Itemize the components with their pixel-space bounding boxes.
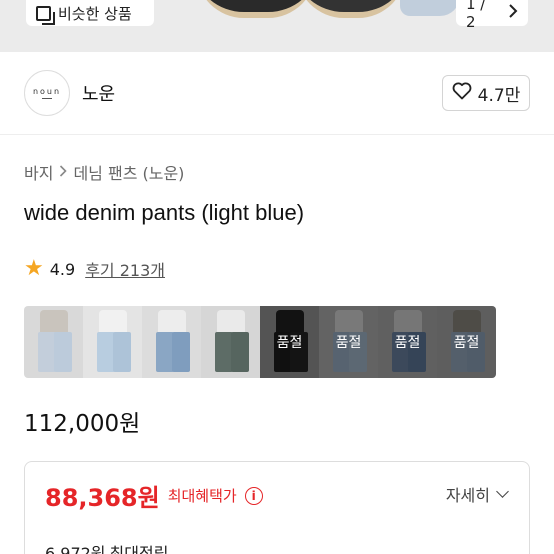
star-icon: ★: [24, 256, 44, 281]
soldout-label: [201, 306, 260, 378]
points-label: 최대적립: [109, 544, 169, 554]
shop-row: noun 노운 4.7만: [24, 70, 530, 116]
product-price: 112,000원: [24, 411, 141, 437]
rating-value: 4.9: [49, 259, 76, 279]
similar-items-icon: [36, 5, 55, 25]
benefit-box: 88,368원 최대혜택가 i 자세히 6,972원 최대적립: [24, 461, 530, 554]
option-thumbnail[interactable]: [201, 306, 260, 378]
heart-icon: [452, 82, 472, 105]
chevron-right-icon: [508, 4, 518, 22]
chevron-down-icon: [496, 485, 509, 498]
soldout-label: [24, 306, 83, 378]
like-button[interactable]: 4.7만: [442, 75, 530, 111]
breadcrumb-item[interactable]: 데님 팬츠 (노운): [73, 160, 184, 184]
max-benefit-price: 88,368원: [45, 484, 160, 512]
shop-logo-text: noun: [32, 87, 62, 96]
image-pager-button[interactable]: 1 / 2: [456, 0, 528, 31]
max-benefit-row: 88,368원 최대혜택가 i: [45, 478, 263, 513]
info-icon[interactable]: i: [244, 486, 263, 505]
soldout-label: 품절: [378, 306, 437, 378]
product-image-strip[interactable]: 비슷한 상품 1 / 2: [0, 0, 554, 52]
shop-name[interactable]: 노운: [82, 80, 115, 106]
like-count: 4.7만: [477, 85, 521, 106]
soldout-label: 품절: [260, 306, 319, 378]
points-row: 6,972원 최대적립: [45, 540, 168, 554]
option-thumbnail[interactable]: 품절: [378, 306, 437, 378]
max-benefit-label: 최대혜택가: [167, 487, 237, 505]
product-image-shoe: [296, 0, 406, 18]
shop-logo[interactable]: noun: [24, 70, 70, 116]
soldout-label: 품절: [437, 306, 496, 378]
similar-items-label: 비슷한 상품: [58, 4, 132, 23]
product-image-jeans: [400, 0, 460, 16]
soldout-label: [142, 306, 201, 378]
soldout-label: 품절: [319, 306, 378, 378]
detail-button[interactable]: 자세히: [445, 482, 509, 506]
option-thumbnail[interactable]: 품절: [319, 306, 378, 378]
detail-label: 자세히: [445, 486, 490, 505]
option-thumbnails: 품절 품절 품절 품절: [24, 306, 496, 378]
divider: [0, 134, 554, 135]
option-thumbnail[interactable]: [24, 306, 83, 378]
product-image-shoe: [196, 0, 316, 18]
option-thumbnail[interactable]: 품절: [437, 306, 496, 378]
chevron-right-icon: [59, 163, 68, 181]
breadcrumb: 바지 데님 팬츠 (노운): [24, 160, 184, 184]
soldout-label: [83, 306, 142, 378]
option-thumbnail[interactable]: 품절: [260, 306, 319, 378]
breadcrumb-item[interactable]: 바지: [24, 160, 53, 184]
review-link[interactable]: 후기 213개: [85, 257, 165, 281]
option-thumbnail[interactable]: [83, 306, 142, 378]
option-thumbnail[interactable]: [142, 306, 201, 378]
rating-row: ★ 4.9 후기 213개: [24, 257, 165, 281]
similar-items-button[interactable]: 비슷한 상품: [26, 0, 154, 26]
shop-logo-bar: [42, 98, 52, 99]
points-value: 6,972원: [45, 544, 106, 554]
image-pager-label: 1 / 2: [466, 0, 486, 31]
product-title: wide denim pants (light blue): [24, 200, 305, 225]
